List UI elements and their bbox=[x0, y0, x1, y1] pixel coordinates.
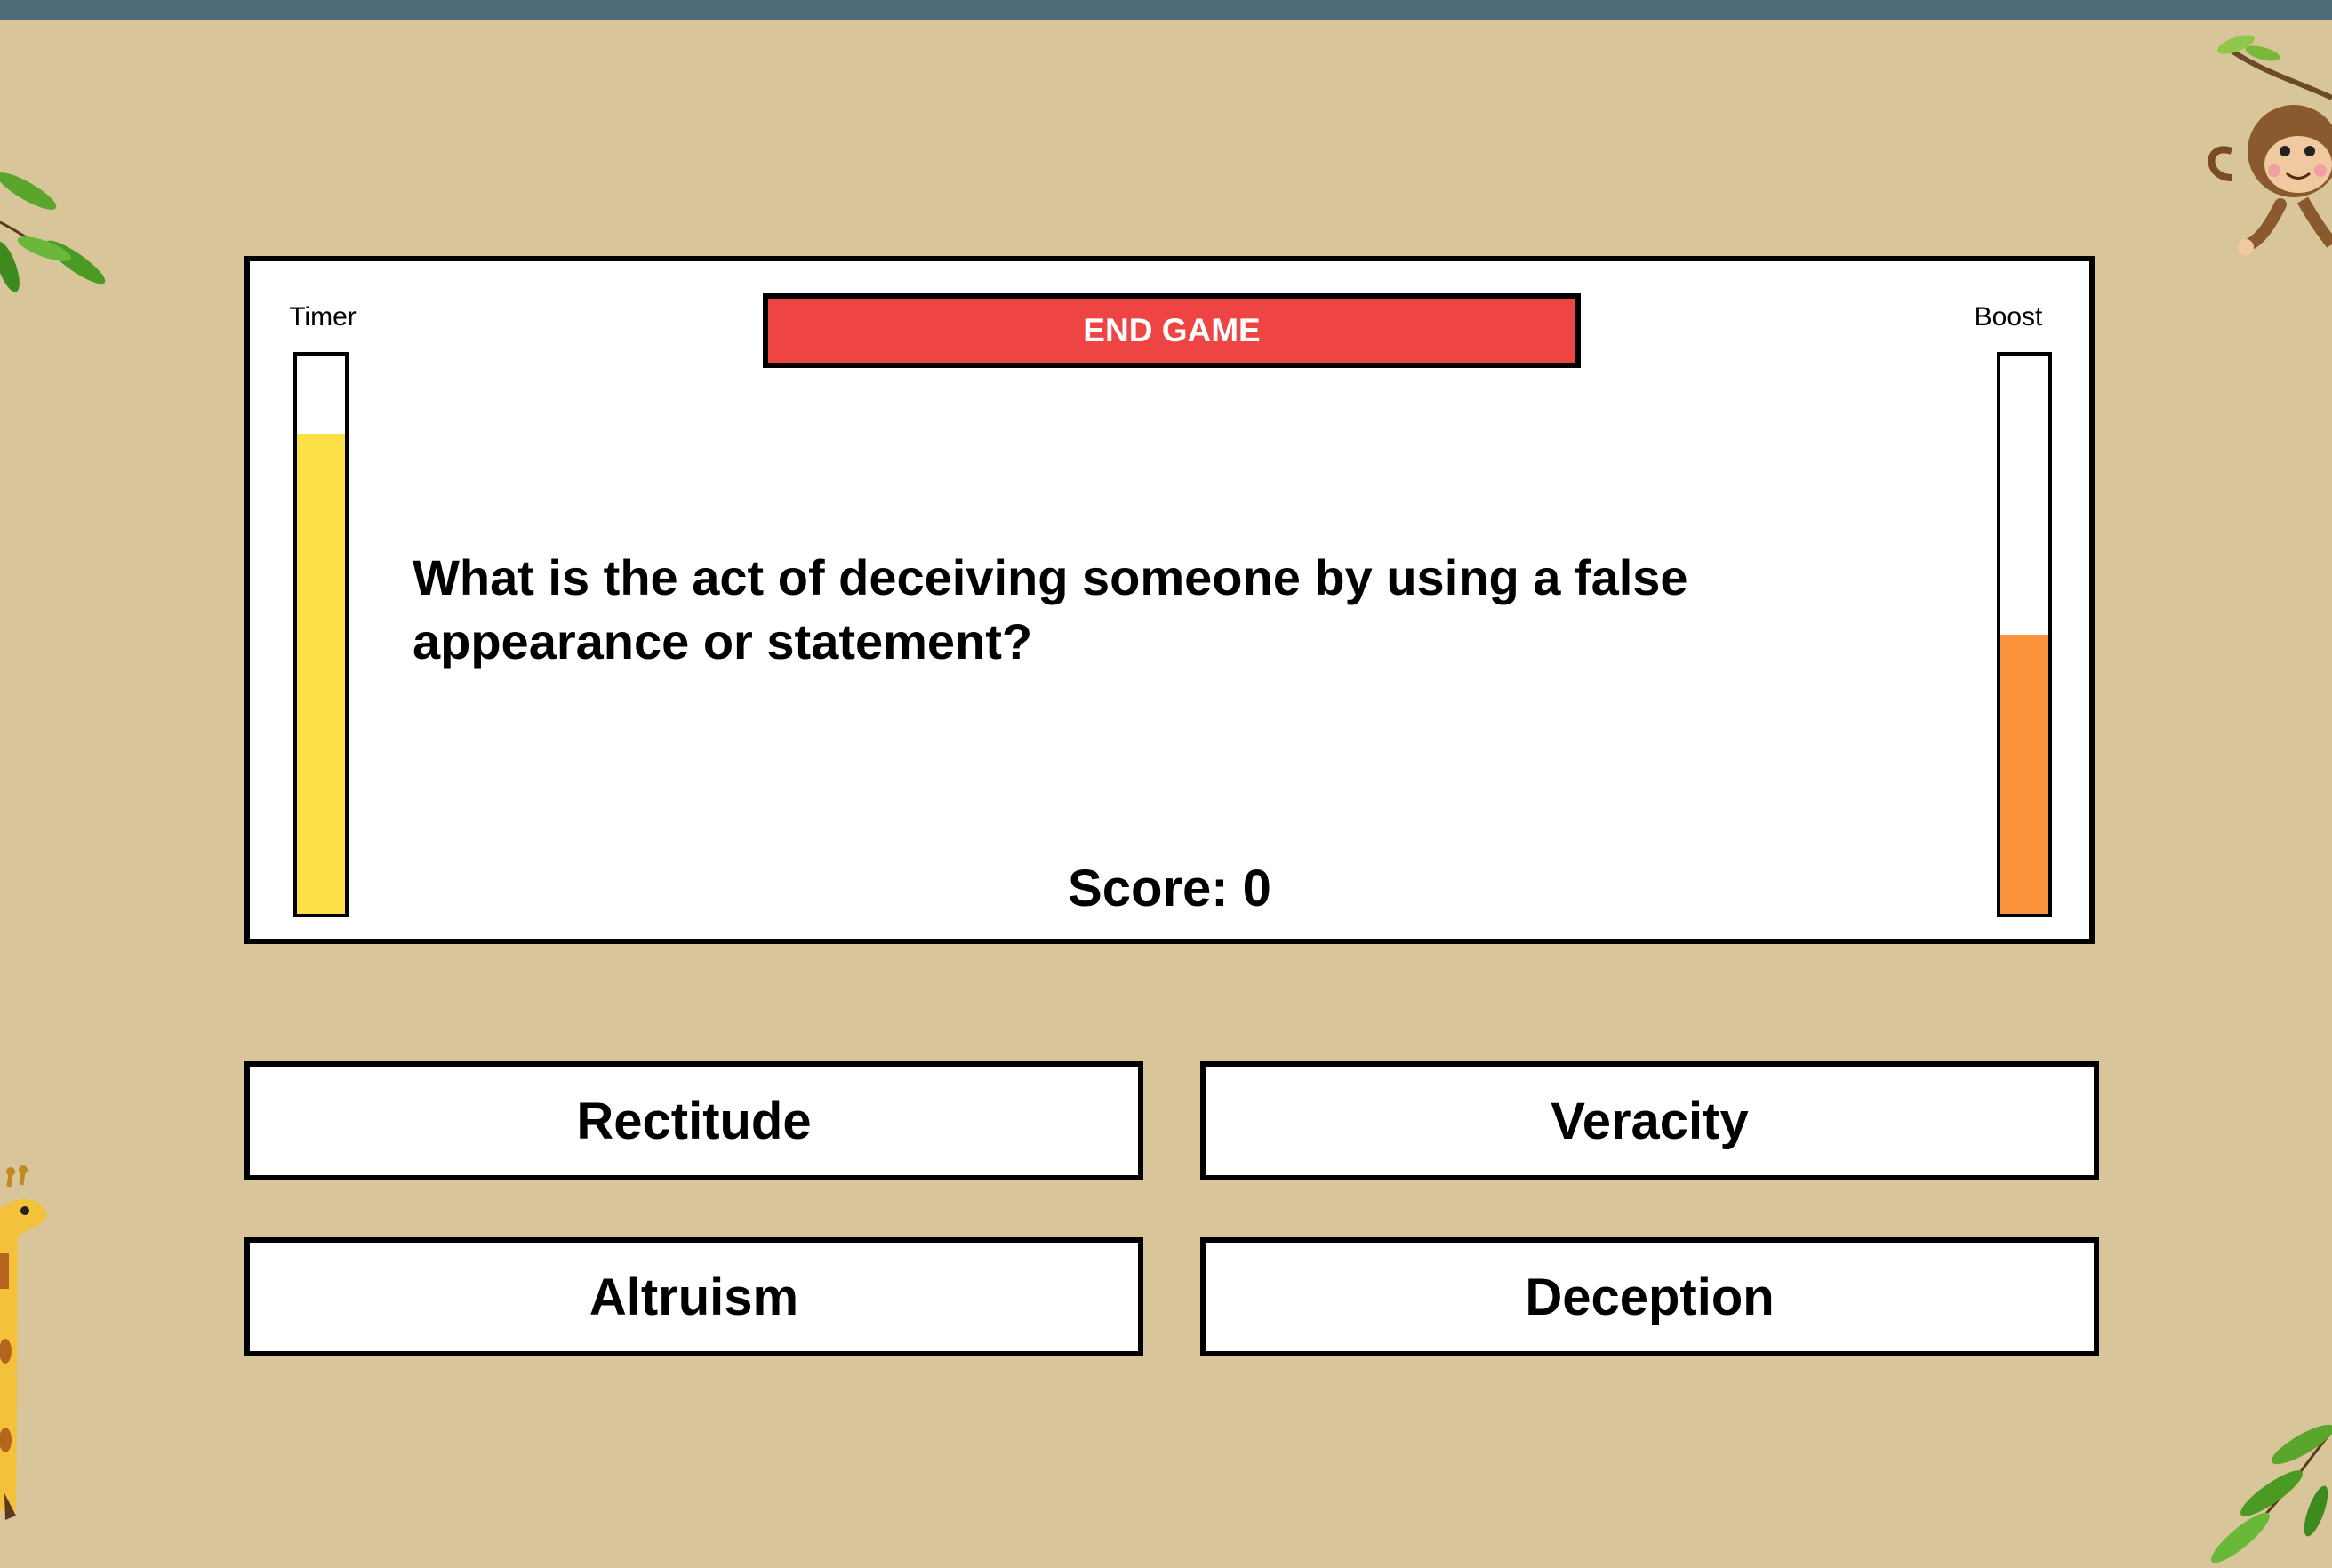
top-bar bbox=[0, 0, 2332, 20]
question-text: What is the act of deceiving someone by … bbox=[413, 549, 1688, 669]
question-panel: Timer END GAME What is the act of deceiv… bbox=[244, 256, 2095, 944]
boost-meter bbox=[1997, 352, 2052, 917]
monkey-icon bbox=[2208, 35, 2332, 255]
leaf-branch-icon bbox=[0, 172, 106, 292]
answer-button-1[interactable]: Rectitude bbox=[244, 1061, 1143, 1180]
timer-meter bbox=[293, 352, 349, 917]
answer-button-2[interactable]: Veracity bbox=[1200, 1061, 2099, 1180]
score-display: Score: 0 bbox=[1068, 860, 1271, 917]
timer-fill bbox=[297, 433, 345, 914]
giraffe-icon bbox=[0, 1165, 47, 1520]
boost-label: Boost bbox=[1974, 302, 2043, 332]
timer-label: Timer bbox=[289, 302, 357, 332]
leaf-branch-icon bbox=[2211, 1424, 2332, 1564]
answer-button-3[interactable]: Altruism bbox=[244, 1237, 1143, 1356]
end-game-button[interactable]: END GAME bbox=[763, 293, 1581, 368]
answer-button-4[interactable]: Deception bbox=[1200, 1237, 2099, 1356]
boost-fill bbox=[2000, 635, 2048, 914]
